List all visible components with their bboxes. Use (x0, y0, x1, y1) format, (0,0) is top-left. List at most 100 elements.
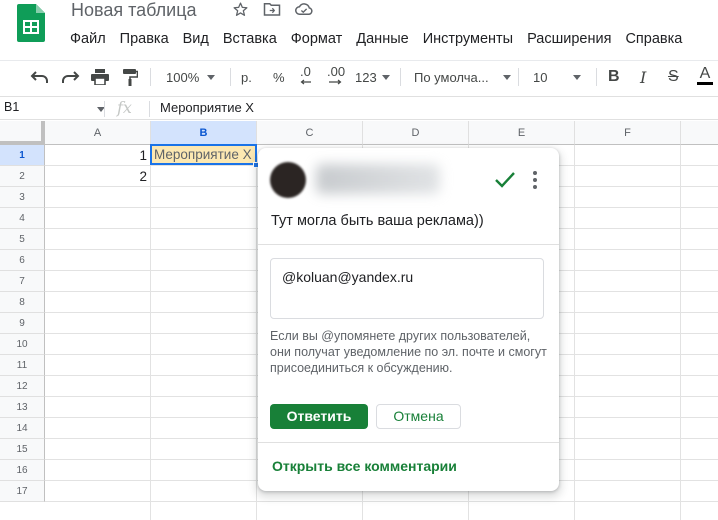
comment-popup: Тут могла быть ваша реклама)) @koluan@ya… (258, 148, 559, 491)
zoom-select[interactable]: 100% (166, 65, 216, 89)
resolve-check-icon[interactable] (494, 170, 516, 190)
cloud-status-icon[interactable] (295, 0, 313, 18)
more-formats-label: 123 (355, 69, 377, 85)
avatar (270, 162, 306, 198)
row-header-17[interactable]: 17 (0, 481, 45, 502)
decrease-decimals-button[interactable]: .0 (300, 65, 312, 89)
menu-data[interactable]: Данные (349, 29, 415, 49)
row-header-2[interactable]: 2 (0, 166, 45, 187)
column-header-partial[interactable] (681, 121, 718, 145)
toolbar-divider (596, 68, 597, 86)
menu-view[interactable]: Вид (176, 29, 216, 49)
formula-divider (104, 101, 105, 117)
column-header-e[interactable]: E (469, 121, 575, 145)
zoom-value: 100% (166, 69, 200, 85)
decrease-decimals-label: .0 (300, 64, 311, 79)
divider (258, 442, 559, 443)
cell-a1[interactable]: 1 (45, 145, 151, 166)
row-header-15[interactable]: 15 (0, 439, 45, 460)
font-size-value: 10 (533, 69, 548, 85)
chevron-down-icon (381, 74, 390, 80)
row-header-7[interactable]: 7 (0, 271, 45, 292)
open-all-comments-link[interactable]: Открыть все комментарии (272, 458, 457, 474)
row-header-13[interactable]: 13 (0, 397, 45, 418)
increase-decimals-button[interactable]: .00 (327, 65, 345, 89)
document-title[interactable]: Новая таблица (71, 0, 197, 21)
menu-format[interactable]: Формат (284, 29, 350, 49)
chevron-down-icon (573, 74, 582, 80)
print-icon[interactable] (91, 65, 109, 89)
toolbar-divider (230, 68, 231, 86)
row-header-12[interactable]: 12 (0, 376, 45, 397)
menu-tools[interactable]: Инструменты (416, 29, 520, 49)
star-icon[interactable] (231, 0, 249, 18)
redo-icon[interactable] (60, 65, 80, 89)
menu-extensions[interactable]: Расширения (520, 29, 618, 49)
text-color-button[interactable]: A (697, 65, 713, 89)
italic-button[interactable]: I (640, 65, 646, 89)
grid-line (574, 145, 575, 520)
row-header-5[interactable]: 5 (0, 229, 45, 250)
column-header-b[interactable]: B (151, 121, 257, 145)
column-header-c[interactable]: C (257, 121, 363, 145)
row-header-6[interactable]: 6 (0, 250, 45, 271)
menu-insert[interactable]: Вставка (216, 29, 284, 49)
menu-bar: Файл Правка Вид Вставка Формат Данные Ин… (63, 29, 689, 49)
chevron-down-icon (207, 74, 216, 80)
row-header-11[interactable]: 11 (0, 355, 45, 376)
row-header-1[interactable]: 1 (0, 145, 45, 166)
row-header-16[interactable]: 16 (0, 460, 45, 481)
percent-format-button[interactable]: % (273, 65, 285, 89)
cell-a2[interactable]: 2 (45, 166, 151, 187)
name-box[interactable]: B1 (4, 100, 19, 114)
menu-help[interactable]: Справка (618, 29, 689, 49)
column-header-f[interactable]: F (575, 121, 681, 145)
row-header-3[interactable]: 3 (0, 187, 45, 208)
select-all-corner[interactable] (0, 121, 45, 145)
app-header: Новая таблица Файл Правка Вид Вставка Фо… (0, 0, 718, 58)
comment-text: Тут могла быть ваша реклама)) (271, 213, 484, 229)
move-to-folder-icon[interactable] (263, 0, 281, 18)
row-header-9[interactable]: 9 (0, 313, 45, 334)
toolbar-divider (400, 68, 401, 86)
font-family-select[interactable]: По умолча... (414, 65, 511, 89)
toolbar-divider (150, 68, 151, 86)
reply-input[interactable]: @koluan@yandex.ru (270, 258, 544, 319)
menu-file[interactable]: Файл (63, 29, 113, 49)
arrow-right-icon (329, 79, 342, 85)
text-color-swatch (697, 82, 713, 85)
divider (258, 244, 559, 245)
mention-hint: Если вы @упомянете других пользователей,… (270, 329, 547, 375)
chevron-down-icon (502, 74, 511, 80)
reply-button[interactable]: Ответить (270, 404, 368, 429)
toolbar: 100% р. % .0 .00 123 По умолча... 10 B I… (0, 60, 718, 91)
toolbar-divider (518, 68, 519, 86)
grid-line (45, 501, 718, 502)
text-color-label: A (699, 65, 711, 82)
function-icon: fx (117, 98, 132, 117)
paint-format-icon[interactable] (122, 65, 138, 89)
menu-edit[interactable]: Правка (113, 29, 176, 49)
cell-b1[interactable]: Мероприятие X (150, 144, 257, 165)
row-header-14[interactable]: 14 (0, 418, 45, 439)
column-header-d[interactable]: D (363, 121, 469, 145)
grid-line (256, 145, 257, 520)
row-header-4[interactable]: 4 (0, 208, 45, 229)
row-header-10[interactable]: 10 (0, 334, 45, 355)
more-vert-icon[interactable] (528, 168, 542, 192)
grid-line (680, 145, 681, 520)
column-header-a[interactable]: A (45, 121, 151, 145)
sheets-logo-icon[interactable] (17, 4, 45, 42)
currency-format-button[interactable]: р. (241, 65, 252, 89)
formula-input[interactable]: Мероприятие X (160, 100, 254, 115)
font-size-select[interactable]: 10 (533, 65, 582, 89)
increase-decimals-label: .00 (327, 64, 346, 79)
more-formats-button[interactable]: 123 (355, 65, 390, 89)
row-header-8[interactable]: 8 (0, 292, 45, 313)
undo-icon[interactable] (30, 65, 50, 89)
strikethrough-button[interactable]: S (668, 65, 679, 89)
author-name-blurred (316, 164, 440, 194)
cancel-button[interactable]: Отмена (376, 404, 461, 429)
bold-button[interactable]: B (608, 65, 620, 89)
formula-bar: B1 fx Мероприятие X (0, 96, 718, 120)
